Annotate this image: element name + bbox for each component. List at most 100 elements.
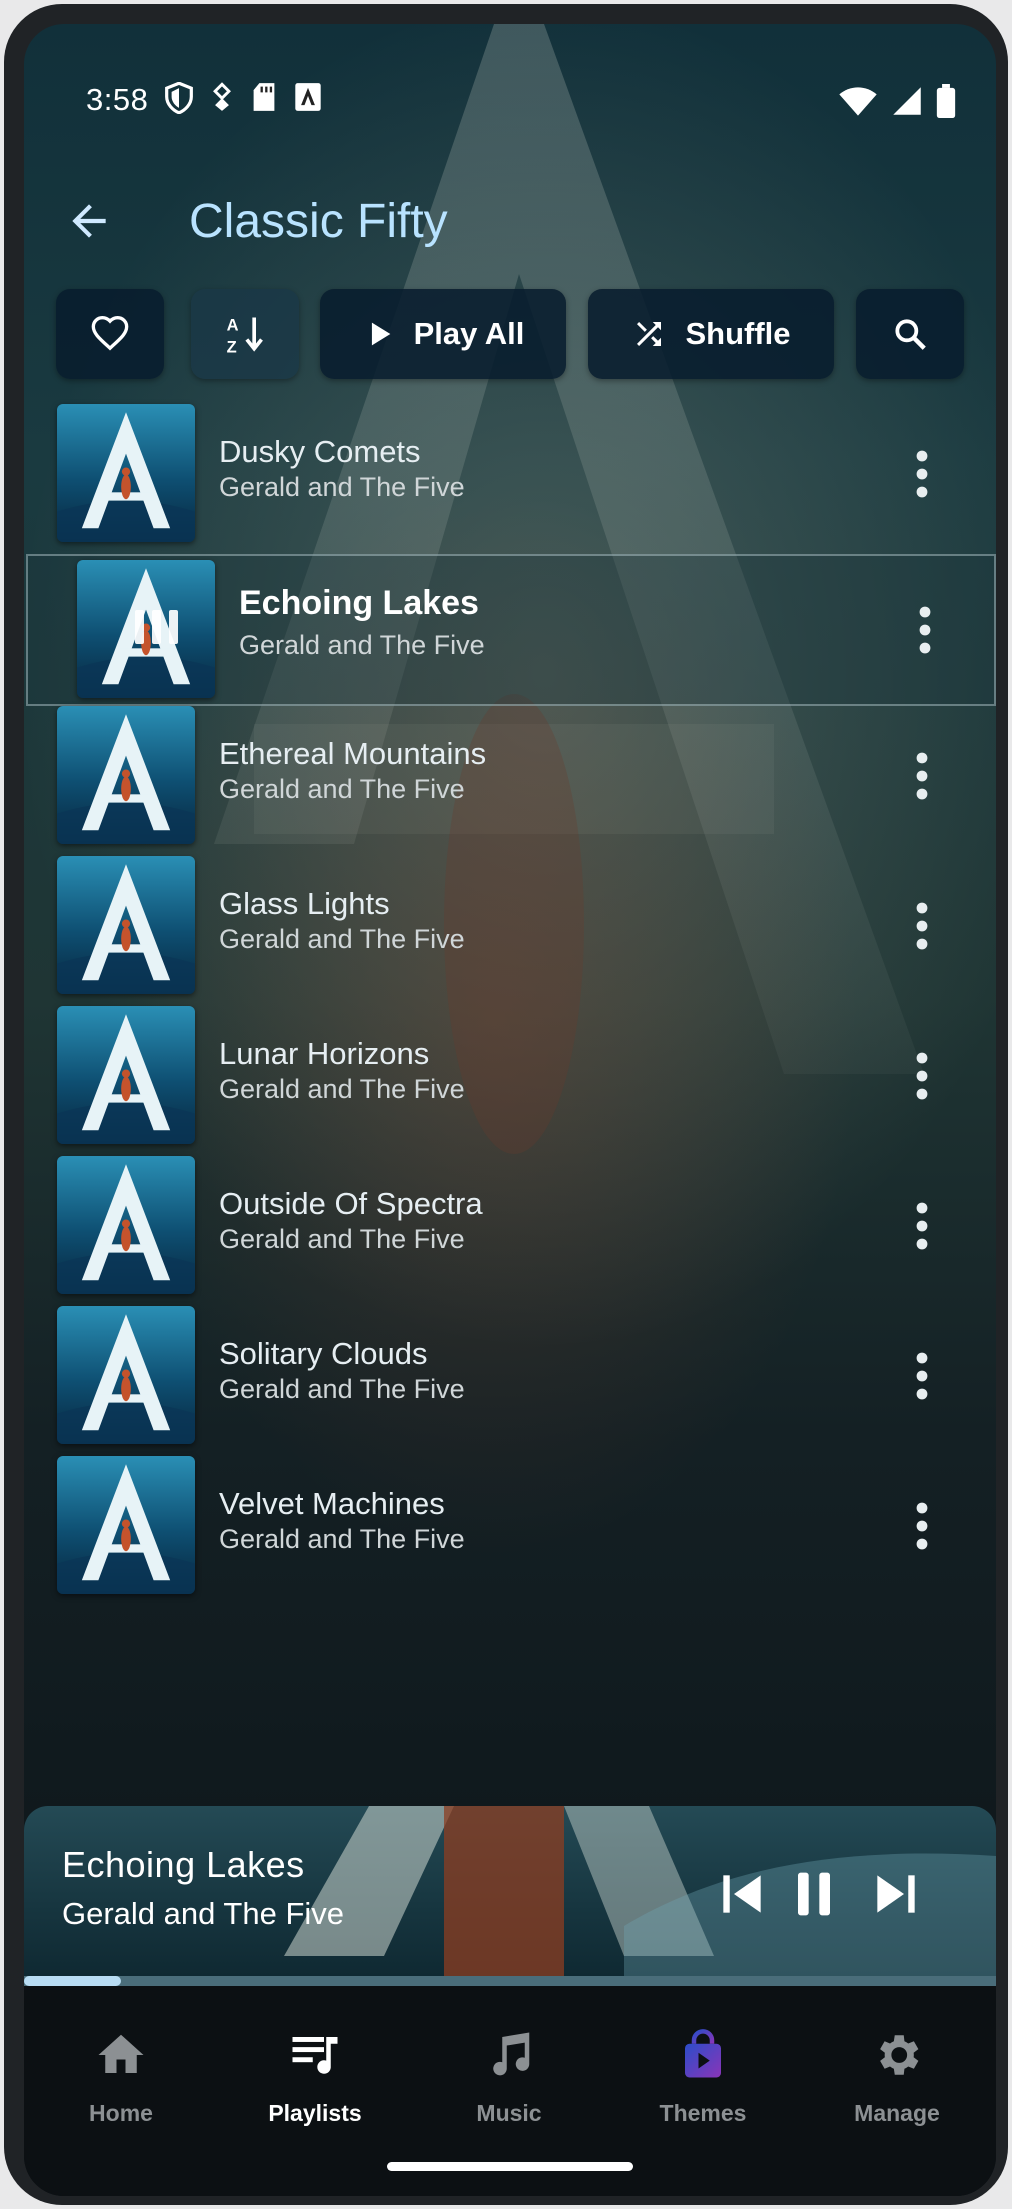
track-title: Ethereal Mountains [219, 736, 487, 771]
search-icon [895, 319, 926, 350]
more-options-icon[interactable] [902, 1346, 942, 1406]
heart-outline-icon [91, 315, 129, 351]
shield-icon [165, 82, 193, 114]
track-title: Velvet Machines [219, 1486, 445, 1521]
page-title: Classic Fifty [189, 195, 448, 248]
nav-music-label: Music [476, 2100, 542, 2126]
track-title: Glass Lights [219, 886, 390, 921]
nav-themes-label: Themes [659, 2100, 747, 2126]
track-title: Outside Of Spectra [219, 1186, 483, 1221]
track-artist: Gerald and The Five [219, 1524, 465, 1554]
mini-player[interactable]: Echoing Lakes Gerald and The Five [24, 1806, 996, 1986]
track-row[interactable]: Outside Of Spectra Gerald and The Five [24, 1156, 996, 1306]
track-title: Echoing Lakes [239, 584, 479, 622]
track-artist: Gerald and The Five [219, 472, 465, 502]
now-playing-title: Echoing Lakes [62, 1844, 305, 1885]
album-art-icon [57, 1006, 195, 1144]
track-thumbnail [57, 1006, 195, 1144]
sd-card-icon [253, 83, 275, 111]
track-artist: Gerald and The Five [219, 1074, 465, 1104]
more-options-icon[interactable] [902, 1046, 942, 1106]
nav-playlists-label: Playlists [268, 2100, 362, 2126]
nav-playlists[interactable]: Playlists [218, 1986, 412, 2146]
wifi-icon [839, 87, 877, 116]
track-row[interactable]: Glass Lights Gerald and The Five [24, 856, 996, 1006]
album-art-icon [57, 1306, 195, 1444]
track-thumbnail [57, 706, 195, 844]
svg-text:A: A [227, 316, 239, 334]
track-thumbnail [77, 560, 215, 698]
track-row[interactable]: Dusky Comets Gerald and The Five [24, 404, 996, 554]
album-art-icon [57, 1456, 195, 1594]
track-artist: Gerald and The Five [219, 774, 465, 804]
favorite-button[interactable] [56, 289, 164, 379]
home-indicator[interactable] [387, 2162, 633, 2171]
play-all-label: Play All [413, 316, 525, 351]
shopping-bag-icon [685, 2029, 721, 2078]
music-note-icon [493, 2032, 530, 2076]
track-title: Lunar Horizons [219, 1036, 430, 1071]
album-art-icon [57, 404, 195, 542]
pause-icon[interactable] [782, 1862, 846, 1926]
home-icon [98, 2034, 144, 2073]
app-notification-icon [295, 83, 321, 111]
search-button[interactable] [856, 289, 964, 379]
nav-home-label: Home [89, 2100, 153, 2126]
track-artist: Gerald and The Five [219, 1374, 465, 1404]
album-art-icon [57, 706, 195, 844]
track-row[interactable]: Lunar Horizons Gerald and The Five [24, 1006, 996, 1156]
track-title: Solitary Clouds [219, 1336, 428, 1371]
nav-home[interactable]: Home [24, 1986, 218, 2146]
more-options-icon[interactable] [902, 896, 942, 956]
shuffle-icon [637, 322, 662, 346]
playlist-icon [292, 2037, 338, 2074]
sort-button[interactable]: A Z [191, 289, 299, 379]
play-icon [371, 322, 390, 346]
track-title: Dusky Comets [219, 434, 421, 469]
shuffle-label: Shuffle [685, 316, 791, 351]
gear-icon [880, 2035, 919, 2075]
nav-music[interactable]: Music [412, 1986, 606, 2146]
more-options-icon[interactable] [902, 746, 942, 806]
battery-icon [936, 84, 956, 118]
shuffle-button[interactable]: Shuffle [588, 289, 834, 379]
nav-manage-label: Manage [854, 2100, 940, 2126]
track-row[interactable]: Velvet Machines Gerald and The Five [24, 1456, 996, 1606]
playing-indicator-icon [135, 610, 178, 644]
more-options-icon[interactable] [902, 444, 942, 504]
track-artist: Gerald and The Five [219, 1224, 465, 1254]
more-options-icon[interactable] [902, 1496, 942, 1556]
device-frame: 3:58 Classic Fifty A Z Play All Shuffle … [4, 4, 1008, 2205]
svg-text:Z: Z [227, 338, 237, 356]
sort-az-icon: A Z [227, 316, 263, 356]
signal-icon [893, 87, 921, 115]
nav-manage[interactable]: Manage [800, 1986, 994, 2146]
playback-progress[interactable] [24, 1976, 996, 1986]
nav-themes[interactable]: Themes [606, 1986, 800, 2146]
track-row[interactable]: Ethereal Mountains Gerald and The Five [24, 706, 996, 856]
app-screen: 3:58 Classic Fifty A Z Play All Shuffle … [24, 24, 996, 2196]
more-options-icon[interactable] [905, 600, 945, 660]
next-track-icon[interactable] [864, 1862, 928, 1926]
track-artist: Gerald and The Five [219, 924, 465, 954]
track-thumbnail [57, 1156, 195, 1294]
track-row[interactable]: Solitary Clouds Gerald and The Five [24, 1306, 996, 1456]
navigation-icon [213, 82, 231, 111]
album-art-icon [57, 856, 195, 994]
track-thumbnail [57, 856, 195, 994]
status-time: 3:58 [86, 82, 149, 117]
track-thumbnail [57, 404, 195, 542]
app-bar: Classic Fifty [24, 174, 996, 274]
playback-progress-fill [24, 1976, 122, 1986]
play-all-button[interactable]: Play All [320, 289, 566, 379]
bottom-navigation: Home Playlists Music Themes Manage [24, 1986, 996, 2196]
track-thumbnail [57, 1456, 195, 1594]
now-playing-artist: Gerald and The Five [62, 1896, 345, 1931]
status-bar: 3:58 [24, 24, 996, 144]
previous-track-icon[interactable] [710, 1862, 774, 1926]
album-art-icon [57, 1156, 195, 1294]
more-options-icon[interactable] [902, 1196, 942, 1256]
track-row[interactable]: Echoing Lakes Gerald and The Five [26, 554, 996, 706]
track-thumbnail [57, 1306, 195, 1444]
back-arrow-icon[interactable] [64, 196, 114, 246]
